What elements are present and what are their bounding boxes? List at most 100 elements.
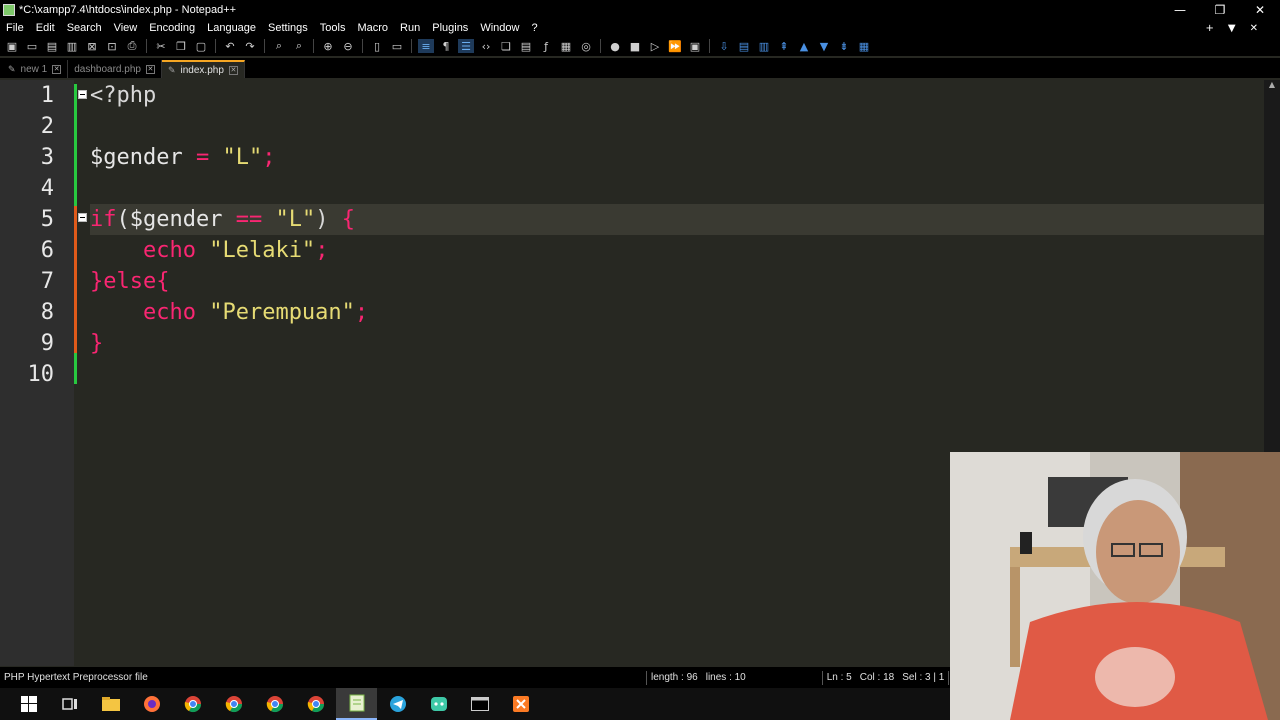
function-list-icon[interactable]: ƒ <box>538 39 554 53</box>
chrome-icon[interactable] <box>172 688 213 720</box>
close-file-icon[interactable]: ⊠ <box>84 39 100 53</box>
run-macro-multiple-icon[interactable]: ⏩ <box>667 39 683 53</box>
code-line[interactable]: <?php <box>90 80 156 111</box>
redo-icon[interactable]: ↷ <box>242 39 258 53</box>
monitoring-icon[interactable]: ◎ <box>578 39 594 53</box>
find-icon[interactable]: ⌕ <box>271 39 287 53</box>
folder-as-workspace-icon[interactable]: ▦ <box>558 39 574 53</box>
tab-label: index.php <box>180 64 224 76</box>
document-map-icon[interactable]: ❏ <box>498 39 514 53</box>
code-line[interactable]: } <box>90 328 103 359</box>
tab-list-icon[interactable]: ▼ <box>1228 23 1236 34</box>
menu-language[interactable]: Language <box>201 22 262 34</box>
tab-index-php[interactable]: ✎ index.php ✕ <box>161 60 245 78</box>
fold-toggle-icon[interactable] <box>78 90 87 99</box>
xml-tag-icon[interactable]: ‹› <box>478 39 494 53</box>
menu-edit[interactable]: Edit <box>30 22 61 34</box>
save-all-icon[interactable]: ▥ <box>64 39 80 53</box>
save-macro-icon[interactable]: ▣ <box>687 39 703 53</box>
code-line[interactable]: echo "Lelaki"; <box>90 235 328 266</box>
stop-macro-icon[interactable]: ■ <box>627 39 643 53</box>
task-view-icon[interactable] <box>49 688 90 720</box>
menu-encoding[interactable]: Encoding <box>143 22 201 34</box>
word-wrap-icon[interactable]: ≡ <box>418 39 434 53</box>
terminal-icon[interactable] <box>459 688 500 720</box>
menu-settings[interactable]: Settings <box>262 22 314 34</box>
document-list-icon[interactable]: ▤ <box>518 39 534 53</box>
open-file-icon[interactable]: ▭ <box>24 39 40 53</box>
tab-close-icon[interactable]: ✕ <box>228 65 238 75</box>
file-explorer-icon[interactable] <box>90 688 131 720</box>
sync-vertical-icon[interactable]: ▯ <box>369 39 385 53</box>
new-file-icon[interactable]: ▣ <box>4 39 20 53</box>
code-token: ; <box>315 238 329 263</box>
plugin-icon-6[interactable]: ▦ <box>856 39 872 53</box>
close-button[interactable]: ✕ <box>1240 3 1280 17</box>
tab-close-icon[interactable]: ✕ <box>52 64 62 74</box>
undo-icon[interactable]: ↶ <box>222 39 238 53</box>
status-file-type: PHP Hypertext Preprocessor file <box>4 672 148 683</box>
start-button[interactable] <box>8 688 49 720</box>
code-line[interactable]: echo "Perempuan"; <box>90 297 368 328</box>
paste-icon[interactable]: ▢ <box>193 39 209 53</box>
replace-icon[interactable]: ⌕ <box>291 39 307 53</box>
notepad-plus-plus-taskbar-icon[interactable] <box>336 688 377 720</box>
chrome-icon[interactable] <box>213 688 254 720</box>
menu-view[interactable]: View <box>108 22 144 34</box>
print-icon[interactable]: ⎙ <box>124 39 140 53</box>
move-down-icon[interactable]: ▼ <box>816 39 832 53</box>
code-token: == <box>235 207 263 232</box>
code-line[interactable]: }else{ <box>90 266 169 297</box>
scroll-up-icon[interactable]: ▲ <box>1264 80 1280 92</box>
code-token: "Lelaki" <box>209 238 316 263</box>
code-line[interactable]: $gender = "L"; <box>90 142 275 173</box>
tab-new-1[interactable]: ✎ new 1 ✕ <box>2 60 69 78</box>
plugin-icon-4[interactable]: ⇞ <box>776 39 792 53</box>
zoom-in-icon[interactable]: ⊕ <box>320 39 336 53</box>
show-all-characters-icon[interactable]: ¶ <box>438 39 454 53</box>
pencil-icon: ✎ <box>8 63 16 74</box>
code-token: } <box>90 331 104 356</box>
plugin-icon-3[interactable]: ▥ <box>756 39 772 53</box>
menu-run[interactable]: Run <box>394 22 426 34</box>
close-all-icon[interactable]: ⊡ <box>104 39 120 53</box>
record-macro-icon[interactable]: ● <box>607 39 623 53</box>
restore-button[interactable]: ❐ <box>1200 3 1240 17</box>
telegram-icon[interactable] <box>377 688 418 720</box>
indent-guide-icon[interactable]: ☰ <box>458 39 474 53</box>
plugin-icon-1[interactable]: ⇩ <box>716 39 732 53</box>
menu-search[interactable]: Search <box>61 22 108 34</box>
menu-plugins[interactable]: Plugins <box>426 22 474 34</box>
new-tab-icon[interactable]: + <box>1206 23 1214 34</box>
xampp-icon[interactable] <box>500 688 541 720</box>
zoom-out-icon[interactable]: ⊖ <box>340 39 356 53</box>
menu-window[interactable]: Window <box>474 22 525 34</box>
cut-icon[interactable]: ✂ <box>153 39 169 53</box>
plugin-icon-5[interactable]: ⇟ <box>836 39 852 53</box>
code-token: $gender <box>90 145 183 170</box>
close-doc-icon[interactable]: ✕ <box>1250 23 1258 34</box>
current-code-line[interactable]: if($gender == "L") { <box>90 204 1264 235</box>
sync-horizontal-icon[interactable]: ▭ <box>389 39 405 53</box>
discord-icon[interactable] <box>418 688 459 720</box>
menu-help[interactable]: ? <box>525 22 543 34</box>
tab-dashboard-php[interactable]: dashboard.php ✕ <box>68 60 162 78</box>
move-up-icon[interactable]: ▲ <box>796 39 812 53</box>
chrome-icon[interactable] <box>254 688 295 720</box>
menu-tools[interactable]: Tools <box>314 22 352 34</box>
toolbar-separator <box>709 39 710 53</box>
play-macro-icon[interactable]: ▷ <box>647 39 663 53</box>
firefox-icon[interactable] <box>131 688 172 720</box>
tab-close-icon[interactable]: ✕ <box>145 64 155 74</box>
chrome-icon[interactable] <box>295 688 336 720</box>
menu-bar: File Edit Search View Encoding Language … <box>0 20 1280 36</box>
save-icon[interactable]: ▤ <box>44 39 60 53</box>
fold-toggle-icon[interactable] <box>78 213 87 222</box>
menu-file[interactable]: File <box>0 22 30 34</box>
windows-taskbar <box>0 688 950 720</box>
toolbar: ▣ ▭ ▤ ▥ ⊠ ⊡ ⎙ ✂ ❐ ▢ ↶ ↷ ⌕ ⌕ ⊕ ⊖ ▯ ▭ ≡ ¶ … <box>0 36 1280 56</box>
copy-icon[interactable]: ❐ <box>173 39 189 53</box>
menu-macro[interactable]: Macro <box>351 22 394 34</box>
plugin-icon-2[interactable]: ▤ <box>736 39 752 53</box>
minimize-button[interactable]: — <box>1160 3 1200 17</box>
